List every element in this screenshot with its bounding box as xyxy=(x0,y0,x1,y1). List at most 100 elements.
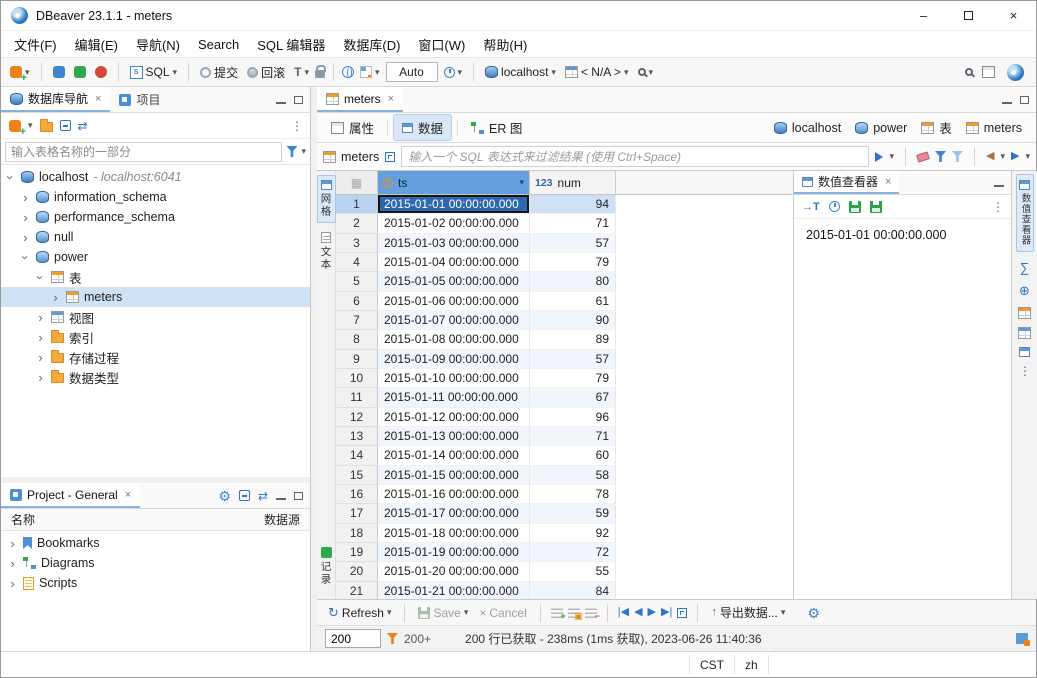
chevron-down-icon[interactable]: ▾ xyxy=(464,607,469,618)
tree-item[interactable]: ›meters xyxy=(1,287,310,307)
menu-item[interactable]: SQL 编辑器 xyxy=(248,35,334,54)
row-number-cell[interactable]: 9 xyxy=(336,350,378,369)
num-cell[interactable]: 61 xyxy=(530,292,616,311)
grid-row[interactable]: 22015-01-02 00:00:00.00071 xyxy=(336,214,793,233)
row-number-cell[interactable]: 5 xyxy=(336,272,378,291)
commit-mode-select[interactable] xyxy=(386,62,438,82)
tab-projects[interactable]: 项目 xyxy=(110,87,169,112)
value-viewer-content[interactable]: 2015-01-01 00:00:00.000 xyxy=(794,219,1011,599)
chevron-collapsed-icon[interactable]: › xyxy=(7,536,18,551)
row-number-cell[interactable]: 11 xyxy=(336,388,378,407)
ts-cell[interactable]: 2015-01-20 00:00:00.000 xyxy=(378,562,530,581)
menu-item[interactable]: 文件(F) xyxy=(5,35,66,54)
ts-cell[interactable]: 2015-01-15 00:00:00.000 xyxy=(378,466,530,485)
chevron-down-icon[interactable]: ▾ xyxy=(551,67,556,78)
column-header-ts[interactable]: ts ▾ xyxy=(378,171,530,194)
ts-cell[interactable]: 2015-01-07 00:00:00.000 xyxy=(378,311,530,330)
grid-row[interactable]: 122015-01-12 00:00:00.00096 xyxy=(336,408,793,427)
breadcrumb-item-power[interactable]: power xyxy=(855,121,907,135)
grid-row[interactable]: 162015-01-16 00:00:00.00078 xyxy=(336,485,793,504)
fetch-more-label[interactable]: 200+ xyxy=(404,632,431,646)
chevron-down-icon[interactable]: ▾ xyxy=(519,177,524,188)
chevron-expanded-icon[interactable]: › xyxy=(3,172,18,183)
chevron-collapsed-icon[interactable]: › xyxy=(35,370,46,385)
metadata-panel-icon[interactable] xyxy=(1018,327,1031,339)
num-cell[interactable]: 96 xyxy=(530,408,616,427)
connection-selector[interactable]: localhost ▾ xyxy=(482,63,559,81)
fetch-filter-icon[interactable] xyxy=(387,633,398,644)
chevron-down-icon[interactable]: ▾ xyxy=(624,67,629,78)
apply-filter-icon[interactable] xyxy=(875,152,883,162)
tree-item[interactable]: ›Diagrams xyxy=(1,553,310,573)
chevron-collapsed-icon[interactable]: › xyxy=(7,576,18,591)
filter-history-back-icon[interactable]: ◀ xyxy=(986,151,994,162)
disconnect-button[interactable] xyxy=(92,64,110,80)
ts-cell[interactable]: 2015-01-03 00:00:00.000 xyxy=(378,234,530,253)
view-menu-icon[interactable]: ⋮ xyxy=(291,120,302,132)
row-number-cell[interactable]: 3 xyxy=(336,234,378,253)
breadcrumb-item-meters[interactable]: meters xyxy=(966,121,1022,135)
row-number-cell[interactable]: 15 xyxy=(336,466,378,485)
transaction-mode-button[interactable]: T ▾ xyxy=(291,63,312,81)
filter-custom-icon[interactable] xyxy=(952,151,963,162)
ts-cell[interactable]: 2015-01-18 00:00:00.000 xyxy=(378,524,530,543)
grid-row[interactable]: 212015-01-21 00:00:00.00084 xyxy=(336,582,793,599)
grid-row[interactable]: 132015-01-13 00:00:00.00071 xyxy=(336,427,793,446)
fetch-size-input[interactable] xyxy=(325,629,381,648)
chevron-expanded-icon[interactable]: › xyxy=(18,252,33,263)
calc-panel-icon[interactable]: ∑ xyxy=(1020,260,1029,275)
tree-item[interactable]: ›information_schema xyxy=(1,187,310,207)
more-panels-icon[interactable]: ⋮ xyxy=(1019,365,1030,377)
chevron-down-icon[interactable]: ▾ xyxy=(649,67,654,78)
row-number-cell[interactable]: 8 xyxy=(336,330,378,349)
presentation-tab-记录[interactable]: 记录 xyxy=(317,542,336,591)
grid-row[interactable]: 42015-01-04 00:00:00.00079 xyxy=(336,253,793,272)
chevron-down-icon[interactable]: ▾ xyxy=(387,607,392,618)
chevron-expanded-icon[interactable]: › xyxy=(33,272,48,283)
grid-row[interactable]: 112015-01-11 00:00:00.00067 xyxy=(336,388,793,407)
tree-item[interactable]: ›power xyxy=(1,247,310,267)
num-cell[interactable]: 89 xyxy=(530,330,616,349)
maximize-panel-icon[interactable] xyxy=(1020,96,1029,104)
num-cell[interactable]: 57 xyxy=(530,234,616,253)
word-wrap-icon[interactable]: →T xyxy=(802,201,820,213)
new-connection-button[interactable]: ▾ xyxy=(7,64,33,80)
references-panel-icon[interactable] xyxy=(1019,347,1030,357)
grouping-panel-icon[interactable] xyxy=(1018,307,1031,319)
ts-cell[interactable]: 2015-01-21 00:00:00.000 xyxy=(378,582,530,599)
chevron-down-icon[interactable]: ▾ xyxy=(301,146,306,157)
minimize-panel-icon[interactable] xyxy=(994,185,1004,187)
tree-item[interactable]: ›localhost- localhost:6041 xyxy=(1,167,310,187)
timezone-indicator[interactable]: CST xyxy=(689,655,735,674)
tree-item[interactable]: ›视图 xyxy=(1,307,310,327)
tree-item[interactable]: ›数据类型 xyxy=(1,367,310,387)
data-search-button[interactable]: ▾ xyxy=(635,65,657,80)
dbeaver-logo[interactable] xyxy=(1007,64,1024,81)
refresh-button[interactable]: ↻ Refresh ▾ xyxy=(325,604,394,622)
num-cell[interactable]: 55 xyxy=(530,562,616,581)
tree-item[interactable]: ›performance_schema xyxy=(1,207,310,227)
breadcrumb-item-localhost[interactable]: localhost xyxy=(774,121,841,135)
num-cell[interactable]: 58 xyxy=(530,466,616,485)
grid-row[interactable]: 152015-01-15 00:00:00.00058 xyxy=(336,466,793,485)
num-cell[interactable]: 60 xyxy=(530,446,616,465)
menu-item[interactable]: Search xyxy=(189,37,248,52)
chevron-collapsed-icon[interactable]: › xyxy=(35,330,46,345)
gear-icon[interactable]: ⚙ xyxy=(218,489,231,503)
minimize-window-button[interactable]: – xyxy=(901,1,946,30)
maximize-window-button[interactable] xyxy=(946,1,991,30)
link-with-editor-icon[interactable]: ⇄ xyxy=(78,120,88,132)
save-value-icon[interactable] xyxy=(849,201,861,213)
tasks-button[interactable]: ▾ xyxy=(357,64,383,80)
grid-row[interactable]: 62015-01-06 00:00:00.00061 xyxy=(336,292,793,311)
minimize-panel-icon[interactable] xyxy=(276,498,286,500)
tab-project-general[interactable]: Project - General × xyxy=(1,483,140,508)
save-value-as-icon[interactable] xyxy=(870,201,882,213)
filter-history-forward-icon[interactable]: ▶ xyxy=(1011,151,1019,162)
row-number-cell[interactable]: 19 xyxy=(336,543,378,562)
datetime-format-icon[interactable] xyxy=(829,201,840,212)
sql-filter-input[interactable] xyxy=(401,146,869,167)
clear-filter-icon[interactable] xyxy=(916,151,930,162)
column-header-num[interactable]: 123 num xyxy=(530,171,616,194)
num-cell[interactable]: 71 xyxy=(530,214,616,233)
